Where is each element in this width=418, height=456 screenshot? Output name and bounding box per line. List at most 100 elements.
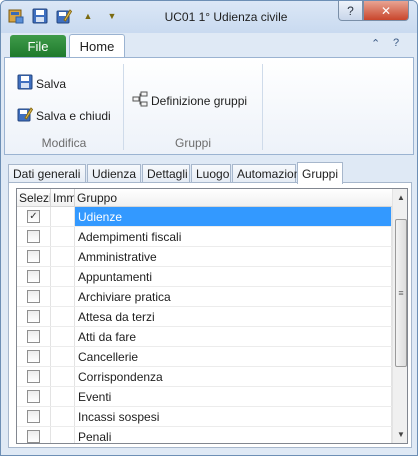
row-group-cell: Adempimenti fiscali xyxy=(75,227,392,246)
table-row[interactable]: Attesa da terzi xyxy=(17,307,392,327)
scroll-up-icon[interactable]: ▲ xyxy=(393,189,407,206)
table-row[interactable]: Penali xyxy=(17,427,392,443)
save-label: Salva xyxy=(36,76,67,91)
row-group-cell: Penali xyxy=(75,427,392,443)
row-checkbox[interactable] xyxy=(27,430,40,443)
row-checkbox[interactable] xyxy=(27,250,40,263)
save-and-close-button[interactable]: Salva e chiudi xyxy=(17,106,111,125)
group-definition-label: Definizione gruppi xyxy=(151,93,248,108)
row-checkbox[interactable] xyxy=(27,230,40,243)
vertical-scrollbar[interactable]: ▲ ≡ ▼ xyxy=(392,189,407,443)
table-row[interactable]: Incassi sospesi xyxy=(17,407,392,427)
row-select-cell: ✓ xyxy=(17,207,51,226)
save-and-close-icon[interactable] xyxy=(55,7,73,25)
group-modifica: Salva Salva e chiudi Modifica xyxy=(5,58,123,154)
hierarchy-icon xyxy=(132,91,148,110)
tab-file[interactable]: File xyxy=(10,35,66,57)
row-group-cell: Cancellerie xyxy=(75,347,392,366)
table-row[interactable]: Cancellerie xyxy=(17,347,392,367)
column-header-group[interactable]: Gruppo xyxy=(75,189,392,207)
ribbon-tabs: File Home ⌃ ? xyxy=(1,33,417,58)
row-imm-cell xyxy=(51,387,75,406)
table-row[interactable]: Archiviare pratica xyxy=(17,287,392,307)
group-label-gruppi: Gruppi xyxy=(174,136,212,150)
row-checkbox[interactable] xyxy=(27,270,40,283)
row-select-cell xyxy=(17,307,51,326)
row-imm-cell xyxy=(51,247,75,266)
row-select-cell xyxy=(17,367,51,386)
row-select-cell xyxy=(17,407,51,426)
row-group-cell: Udienze xyxy=(75,207,392,226)
grid-body: ✓ Udienze Adempimenti fiscali Amministrativ… xyxy=(17,207,392,443)
row-group-cell: Attesa da terzi xyxy=(75,307,392,326)
table-row[interactable]: Appuntamenti xyxy=(17,267,392,287)
row-imm-cell xyxy=(51,407,75,426)
close-button[interactable]: ✕ xyxy=(363,1,409,21)
check-icon: ✓ xyxy=(29,210,38,222)
tab-luogo[interactable]: Luogo xyxy=(191,164,231,183)
tab-home[interactable]: Home xyxy=(69,34,125,58)
row-select-cell xyxy=(17,267,51,286)
save-and-close-icon xyxy=(17,106,34,125)
row-checkbox[interactable] xyxy=(27,330,40,343)
row-imm-cell xyxy=(51,287,75,306)
save-button[interactable]: Salva xyxy=(17,74,66,93)
row-select-cell xyxy=(17,347,51,366)
row-imm-cell xyxy=(51,347,75,366)
table-row[interactable]: Eventi xyxy=(17,387,392,407)
quick-access-toolbar: ▲ ▼ xyxy=(7,7,121,25)
save-icon xyxy=(17,74,33,93)
table-row[interactable]: Amministrative xyxy=(17,247,392,267)
save-and-close-label: Salva e chiudi xyxy=(36,108,111,123)
row-checkbox[interactable] xyxy=(27,390,40,403)
row-group-cell: Amministrative xyxy=(75,247,392,266)
row-group-cell: Incassi sospesi xyxy=(75,407,392,426)
move-up-icon[interactable]: ▲ xyxy=(79,7,97,25)
group-definition-button[interactable]: Definizione gruppi xyxy=(132,91,247,110)
tab-udienza[interactable]: Udienza xyxy=(87,164,141,183)
row-checkbox[interactable] xyxy=(27,410,40,423)
save-icon[interactable] xyxy=(31,7,49,25)
row-imm-cell xyxy=(51,267,75,286)
row-group-cell: Atti da fare xyxy=(75,327,392,346)
window: ▲ ▼ UC01 1° Udienza civile ? ✕ File Home… xyxy=(0,0,418,456)
help-button[interactable]: ? xyxy=(338,1,363,21)
row-checkbox[interactable] xyxy=(27,350,40,363)
row-group-cell: Eventi xyxy=(75,387,392,406)
group-gruppi: Definizione gruppi Gruppi xyxy=(124,58,262,154)
row-checkbox[interactable] xyxy=(27,370,40,383)
tab-dettagli[interactable]: Dettagli xyxy=(142,164,190,183)
table-row[interactable]: Corrispondenza xyxy=(17,367,392,387)
scroll-down-icon[interactable]: ▼ xyxy=(393,426,407,443)
grid-header: Selezi Imm Gruppo xyxy=(17,189,392,207)
row-imm-cell xyxy=(51,307,75,326)
tab-gruppi[interactable]: Gruppi xyxy=(297,162,343,184)
title-bar: ▲ ▼ UC01 1° Udienza civile ? ✕ xyxy=(1,1,417,33)
row-select-cell xyxy=(17,427,51,443)
app-logo-icon[interactable] xyxy=(7,7,25,25)
gruppi-panel: Selezi Imm Gruppo ✓ Udienze Adempimenti fi… xyxy=(8,182,412,448)
table-row[interactable]: ✓ Udienze xyxy=(17,207,392,227)
row-group-cell: Archiviare pratica xyxy=(75,287,392,306)
window-title: UC01 1° Udienza civile xyxy=(164,10,288,24)
row-select-cell xyxy=(17,387,51,406)
column-header-select[interactable]: Selezi xyxy=(17,189,51,207)
scroll-thumb[interactable]: ≡ xyxy=(395,219,407,367)
ribbon-help-icon[interactable]: ? xyxy=(393,37,399,49)
row-select-cell xyxy=(17,327,51,346)
column-header-imm[interactable]: Imm xyxy=(51,189,75,207)
row-select-cell xyxy=(17,287,51,306)
scroll-grip-icon: ≡ xyxy=(398,288,404,298)
move-down-icon[interactable]: ▼ xyxy=(103,7,121,25)
ribbon-minimize-icon[interactable]: ⌃ xyxy=(371,37,380,50)
tab-dati-generali[interactable]: Dati generali xyxy=(8,164,86,183)
row-imm-cell xyxy=(51,367,75,386)
tab-automazioni[interactable]: Automazioni xyxy=(232,164,303,183)
ribbon-panel: Salva Salva e chiudi Modifica Definizion… xyxy=(4,57,414,155)
ribbon-separator xyxy=(262,64,263,150)
table-row[interactable]: Atti da fare xyxy=(17,327,392,347)
row-checkbox[interactable] xyxy=(27,290,40,303)
row-checkbox[interactable] xyxy=(27,310,40,323)
row-checkbox[interactable]: ✓ xyxy=(27,210,40,223)
table-row[interactable]: Adempimenti fiscali xyxy=(17,227,392,247)
